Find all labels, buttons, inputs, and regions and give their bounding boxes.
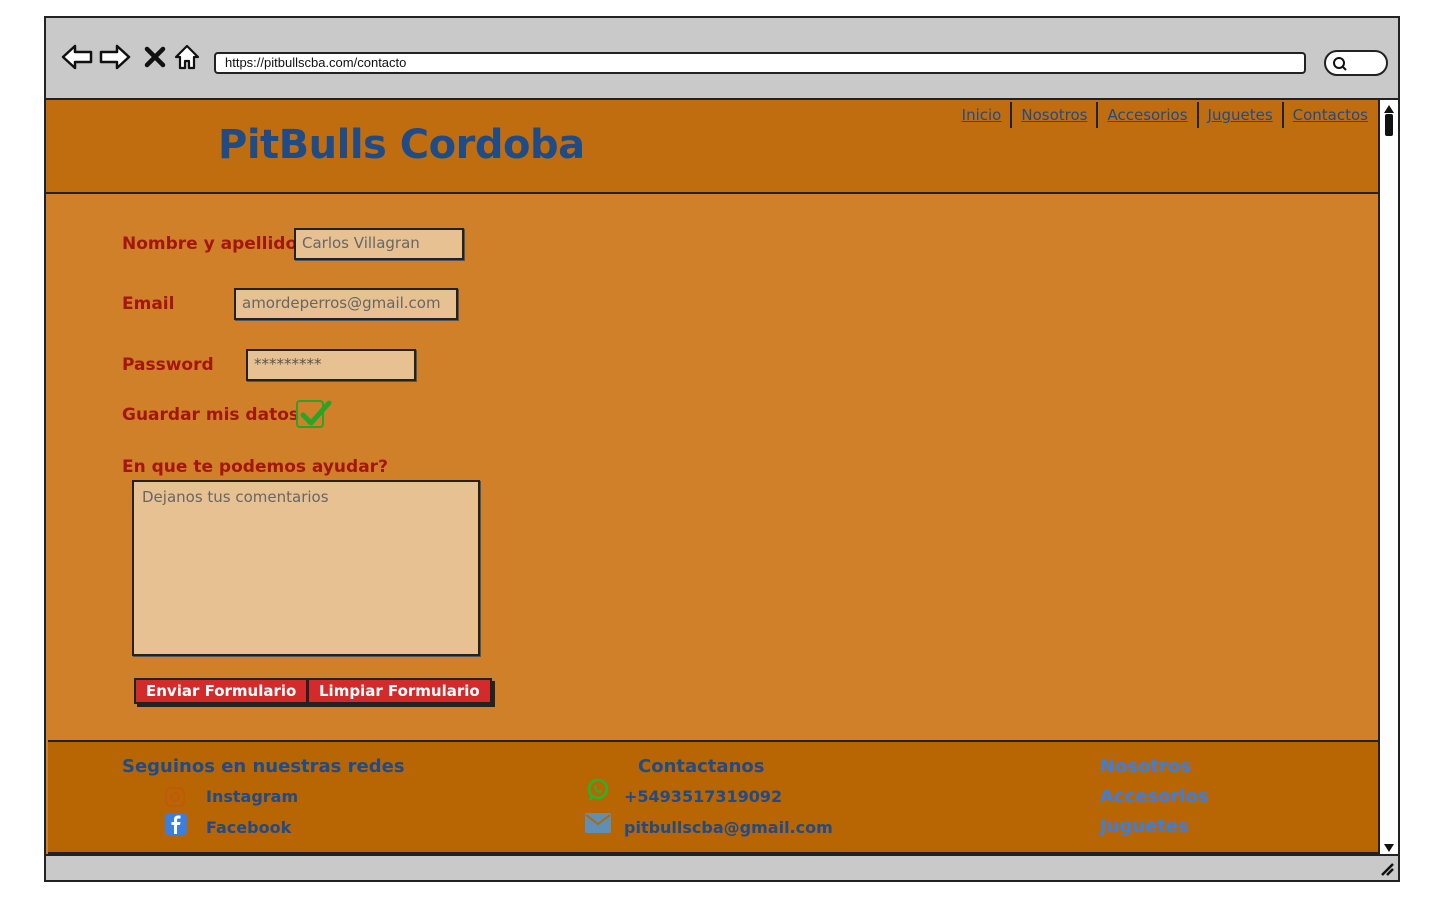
email-label: Email (122, 294, 175, 314)
page-viewport: PitBulls Cordoba Inicio Nosotros Accesor… (46, 100, 1378, 854)
name-input[interactable]: Carlos Villagran (294, 228, 464, 260)
name-label: Nombre y apellido (122, 234, 298, 254)
browser-toolbar: https://pitbullscba.com/contacto (46, 18, 1398, 100)
clear-button[interactable]: Limpiar Formulario (307, 678, 492, 704)
top-nav: Inicio Nosotros Accesorios Juguetes Cont… (953, 102, 1370, 128)
close-icon[interactable] (138, 40, 172, 74)
remember-label: Guardar mis datos (122, 405, 299, 425)
facebook-icon (164, 812, 188, 841)
browser-statusbar (46, 854, 1398, 880)
footer-link-nosotros[interactable]: Nosotros (1100, 756, 1191, 777)
instagram-icon (164, 786, 186, 813)
forward-arrow-icon[interactable] (98, 40, 132, 74)
footer-link-accesorios[interactable]: Accesorios (1100, 786, 1209, 807)
help-label: En que te podemos ayudar? (122, 457, 388, 477)
nav-link-juguetes[interactable]: Juguetes (1199, 102, 1284, 128)
site-title: PitBulls Cordoba (218, 122, 585, 168)
instagram-link[interactable]: Instagram (206, 787, 298, 806)
facebook-link[interactable]: Facebook (206, 818, 291, 837)
resize-grip-icon[interactable] (1378, 860, 1394, 881)
site-header: PitBulls Cordoba Inicio Nosotros Accesor… (46, 100, 1378, 194)
whatsapp-icon (586, 778, 610, 807)
site-footer: Seguinos en nuestras redes Instagram Fac… (48, 740, 1378, 854)
footer-link-juguetes[interactable]: Juguetes (1100, 816, 1189, 837)
scrollbar-thumb[interactable] (1385, 114, 1393, 136)
remember-checkbox[interactable] (296, 400, 332, 428)
nav-link-inicio[interactable]: Inicio (953, 102, 1013, 128)
back-arrow-icon[interactable] (60, 40, 94, 74)
comments-textarea[interactable]: Dejanos tus comentarios (132, 480, 480, 656)
mail-icon (584, 812, 612, 839)
contact-heading: Contactanos (638, 756, 765, 777)
email-input[interactable]: amordeperros@gmail.com (234, 288, 458, 320)
phone-link[interactable]: +5493517319092 (624, 787, 782, 806)
nav-link-nosotros[interactable]: Nosotros (1012, 102, 1099, 128)
password-input[interactable]: ********* (246, 349, 416, 381)
checkmark-icon (300, 400, 332, 426)
social-heading: Seguinos en nuestras redes (122, 756, 405, 777)
password-label: Password (122, 355, 214, 375)
search-icon (1333, 57, 1347, 71)
browser-window: https://pitbullscba.com/contacto PitBull… (44, 16, 1400, 882)
url-bar[interactable]: https://pitbullscba.com/contacto (214, 52, 1306, 74)
submit-button[interactable]: Enviar Formulario (134, 678, 309, 704)
browser-search-box[interactable] (1324, 50, 1388, 76)
email-link[interactable]: pitbullscba@gmail.com (624, 818, 833, 837)
nav-link-accesorios[interactable]: Accesorios (1098, 102, 1199, 128)
home-icon[interactable] (170, 40, 204, 74)
nav-link-contactos[interactable]: Contactos (1284, 102, 1370, 128)
vertical-scrollbar[interactable] (1378, 100, 1398, 854)
